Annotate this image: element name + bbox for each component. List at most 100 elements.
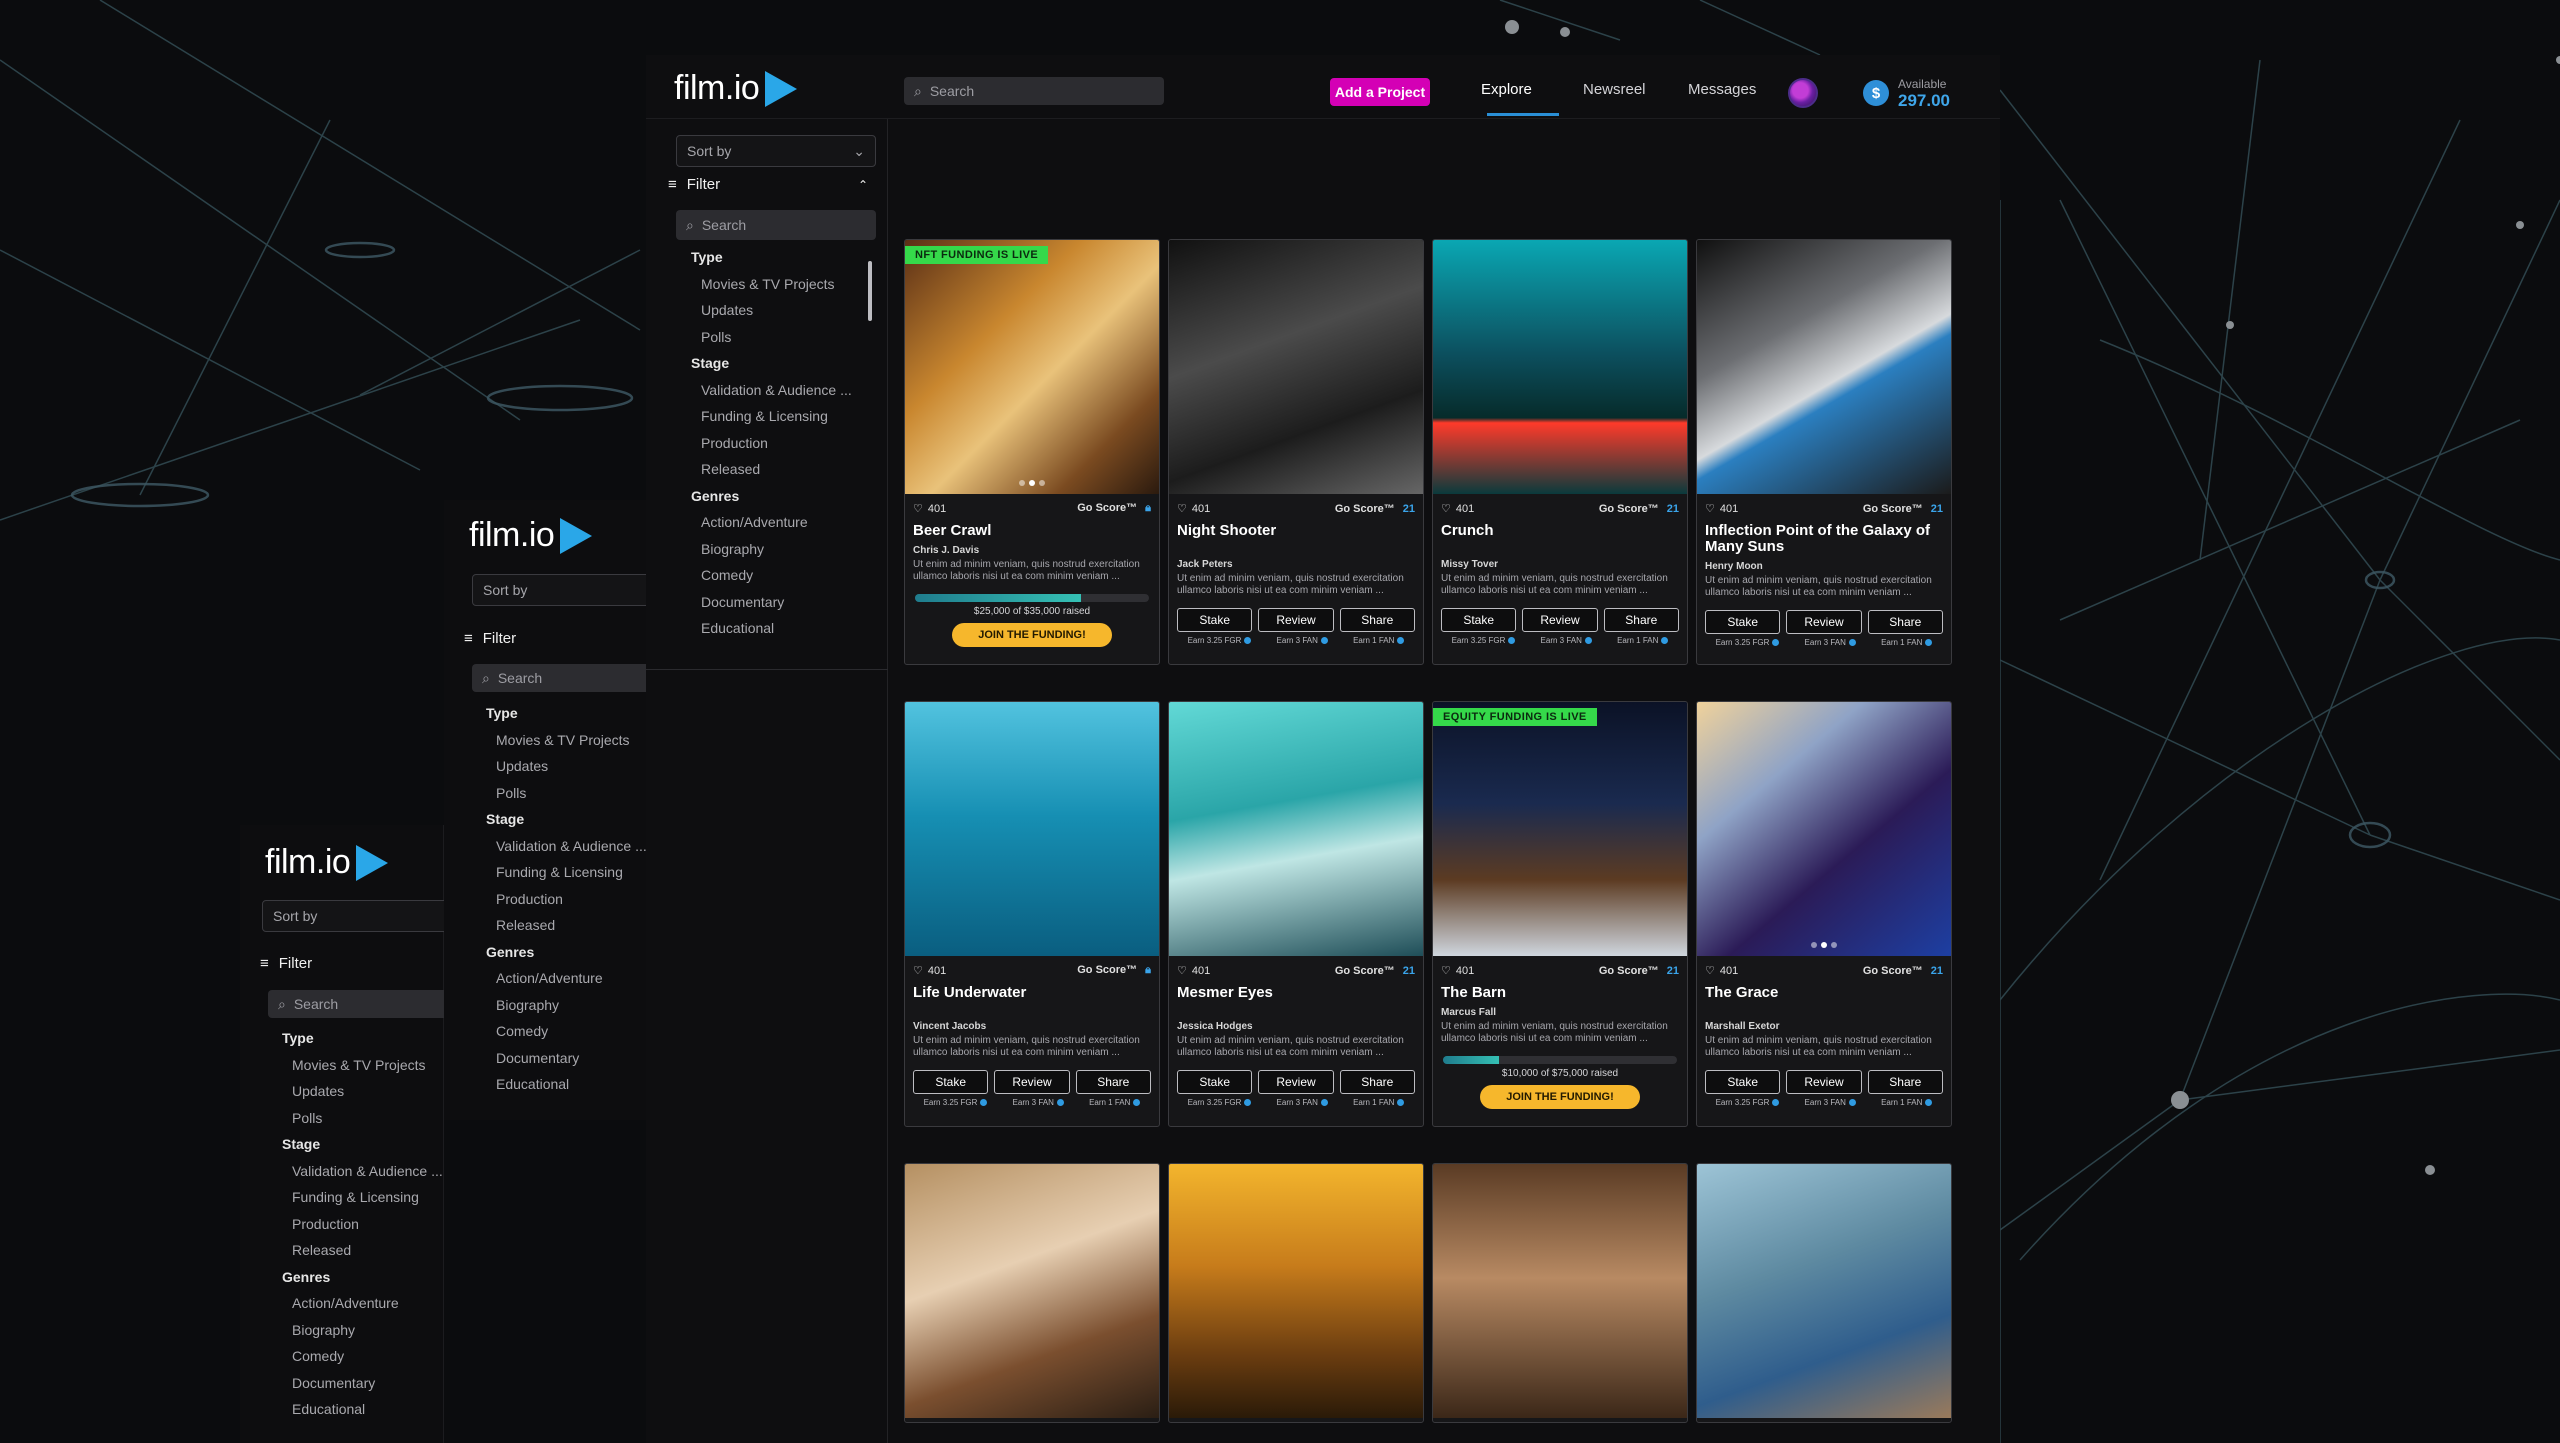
project-title[interactable]: The Barn xyxy=(1433,977,1687,1001)
review-button[interactable]: Review xyxy=(1522,608,1598,632)
share-button[interactable]: Share xyxy=(1603,608,1679,632)
stage-option[interactable]: Released xyxy=(486,912,656,939)
project-thumbnail[interactable] xyxy=(1169,1164,1423,1418)
likes[interactable]: ♡ 401 xyxy=(1177,502,1210,516)
stage-option[interactable]: Funding & Licensing xyxy=(691,403,863,430)
filter-header[interactable]: ≡ Filter ⌃ xyxy=(668,176,868,193)
carousel-dot[interactable] xyxy=(1019,480,1025,486)
genre-option[interactable]: Comedy xyxy=(691,562,863,589)
genre-option[interactable]: Comedy xyxy=(282,1343,452,1370)
stake-button[interactable]: Stake xyxy=(1705,610,1781,634)
project-thumbnail[interactable]: EQUITY FUNDING IS LIVE xyxy=(1433,702,1687,956)
heart-icon[interactable]: ♡ xyxy=(1441,964,1451,977)
genre-option[interactable]: Documentary xyxy=(691,589,863,616)
project-card[interactable]: EQUITY FUNDING IS LIVE ♡ 401 Go Score™ 21 The… xyxy=(1432,701,1688,1127)
project-card[interactable]: ♡ 401 Go Score™ 21 Inflection Point of the G… xyxy=(1696,239,1952,665)
genre-option[interactable]: Educational xyxy=(691,615,863,642)
share-button[interactable]: Share xyxy=(1339,608,1415,632)
genre-option[interactable]: Action/Adventure xyxy=(282,1290,452,1317)
genre-option[interactable]: Action/Adventure xyxy=(486,965,656,992)
type-option[interactable]: Polls xyxy=(691,324,863,351)
project-card[interactable]: ♡ 401 Go Score™ 21 Night Shooter Jack Peters U… xyxy=(1168,239,1424,665)
heart-icon[interactable]: ♡ xyxy=(1177,964,1187,977)
heart-icon[interactable]: ♡ xyxy=(1441,502,1451,515)
project-author[interactable]: Jack Peters xyxy=(1169,539,1423,570)
nav-messages[interactable]: Messages xyxy=(1688,81,1756,98)
carousel-dot[interactable] xyxy=(1831,942,1837,948)
share-button[interactable]: Share xyxy=(1867,1070,1943,1094)
genre-option[interactable]: Educational xyxy=(282,1396,452,1423)
project-thumbnail[interactable] xyxy=(1697,1164,1951,1418)
stake-button[interactable]: Stake xyxy=(913,1070,989,1094)
project-card[interactable]: ♡ 401 Go Score™ 21 Mesmer Eyes Jessica Hodges… xyxy=(1168,701,1424,1127)
stage-option[interactable]: Released xyxy=(691,456,863,483)
stage-option[interactable]: Production xyxy=(282,1211,452,1238)
carousel-dot[interactable] xyxy=(1039,480,1045,486)
stage-option[interactable]: Funding & Licensing xyxy=(282,1184,452,1211)
stage-option[interactable]: Released xyxy=(282,1237,452,1264)
carousel-dot[interactable] xyxy=(1811,942,1817,948)
project-card[interactable]: ♡401Go Score™21Falling TogetherAlexander… xyxy=(1696,1163,1952,1423)
carousel-dot[interactable] xyxy=(1029,480,1035,486)
scrollbar-thumb[interactable] xyxy=(868,261,872,321)
filter-search[interactable]: ⌕ Search xyxy=(676,210,876,240)
join-funding-button[interactable]: JOIN THE FUNDING! xyxy=(1480,1085,1640,1109)
project-author[interactable]: Chris J. Davis xyxy=(905,539,1159,556)
project-thumbnail[interactable]: NFT FUNDING IS LIVE xyxy=(905,240,1159,494)
nav-explore[interactable]: Explore xyxy=(1481,81,1532,98)
genre-option[interactable]: Comedy xyxy=(486,1018,656,1045)
heart-icon[interactable]: ♡ xyxy=(913,502,923,515)
likes[interactable]: ♡ 401 xyxy=(1705,964,1738,978)
filter-header[interactable]: ≡ Filter xyxy=(260,955,312,972)
genre-option[interactable]: Biography xyxy=(282,1317,452,1344)
stage-option[interactable]: Production xyxy=(486,886,656,913)
project-thumbnail[interactable] xyxy=(905,702,1159,956)
likes[interactable]: ♡ 401 xyxy=(1705,502,1738,516)
sort-select[interactable]: Sort by xyxy=(472,574,672,606)
stake-button[interactable]: Stake xyxy=(1177,608,1253,632)
heart-icon[interactable]: ♡ xyxy=(1705,502,1715,515)
project-card[interactable]: ♡401Go Score™21War for SoulsMichelle Mah… xyxy=(1168,1163,1424,1423)
likes[interactable]: ♡ 401 xyxy=(913,964,946,978)
project-card[interactable]: ♡ 401 Go Score™ 21 Crunch Missy Tover Ut enim … xyxy=(1432,239,1688,665)
project-thumbnail[interactable] xyxy=(1697,702,1951,956)
stage-option[interactable]: Funding & Licensing xyxy=(486,859,656,886)
project-author[interactable]: Marshall Exetor xyxy=(1697,1001,1951,1032)
project-card[interactable]: ♡401Go Score™🔒︎JuliasRafael Rios xyxy=(904,1163,1160,1423)
project-author[interactable]: Jessica Hodges xyxy=(1169,1001,1423,1032)
project-thumbnail[interactable] xyxy=(1433,240,1687,494)
stage-option[interactable]: Production xyxy=(691,430,863,457)
project-title[interactable]: Night Shooter xyxy=(1169,515,1423,539)
filter-search[interactable]: ⌕ Search xyxy=(472,664,662,692)
chevron-up-icon[interactable]: ⌃ xyxy=(858,178,868,192)
type-option[interactable]: Updates xyxy=(691,297,863,324)
genre-option[interactable]: Biography xyxy=(691,536,863,563)
stage-option[interactable]: Validation & Audience ... xyxy=(282,1158,452,1185)
add-project-button[interactable]: Add a Project xyxy=(1330,78,1430,106)
project-title[interactable]: The Grace xyxy=(1697,977,1951,1001)
project-thumbnail[interactable] xyxy=(1169,702,1423,956)
project-title[interactable]: Crunch xyxy=(1433,515,1687,539)
review-button[interactable]: Review xyxy=(1786,610,1862,634)
project-card[interactable]: NFT FUNDING IS LIVE ♡ 401 Go Score™ 🔒︎ Beer C… xyxy=(904,239,1160,665)
genre-option[interactable]: Documentary xyxy=(486,1045,656,1072)
heart-icon[interactable]: ♡ xyxy=(1705,964,1715,977)
project-thumbnail[interactable] xyxy=(1169,240,1423,494)
project-thumbnail[interactable] xyxy=(1433,1164,1687,1418)
review-button[interactable]: Review xyxy=(1258,1070,1334,1094)
heart-icon[interactable]: ♡ xyxy=(913,964,923,977)
genre-option[interactable]: Educational xyxy=(486,1071,656,1098)
likes[interactable]: ♡ 401 xyxy=(1441,964,1474,978)
project-card[interactable]: ♡401Go Score™21BarugaPeter Clune xyxy=(1432,1163,1688,1423)
join-funding-button[interactable]: JOIN THE FUNDING! xyxy=(952,623,1112,647)
sort-select[interactable]: Sort by xyxy=(262,900,462,932)
nav-newsreel[interactable]: Newsreel xyxy=(1583,81,1646,98)
likes[interactable]: ♡ 401 xyxy=(1177,964,1210,978)
search-input[interactable]: ⌕ Search xyxy=(904,77,1164,105)
type-option[interactable]: Updates xyxy=(282,1078,452,1105)
share-button[interactable]: Share xyxy=(1339,1070,1415,1094)
project-author[interactable]: Vincent Jacobs xyxy=(905,1001,1159,1032)
genre-option[interactable]: Biography xyxy=(486,992,656,1019)
project-title[interactable]: Beer Crawl xyxy=(905,515,1159,539)
sort-select[interactable]: Sort by ⌄ xyxy=(676,135,876,167)
